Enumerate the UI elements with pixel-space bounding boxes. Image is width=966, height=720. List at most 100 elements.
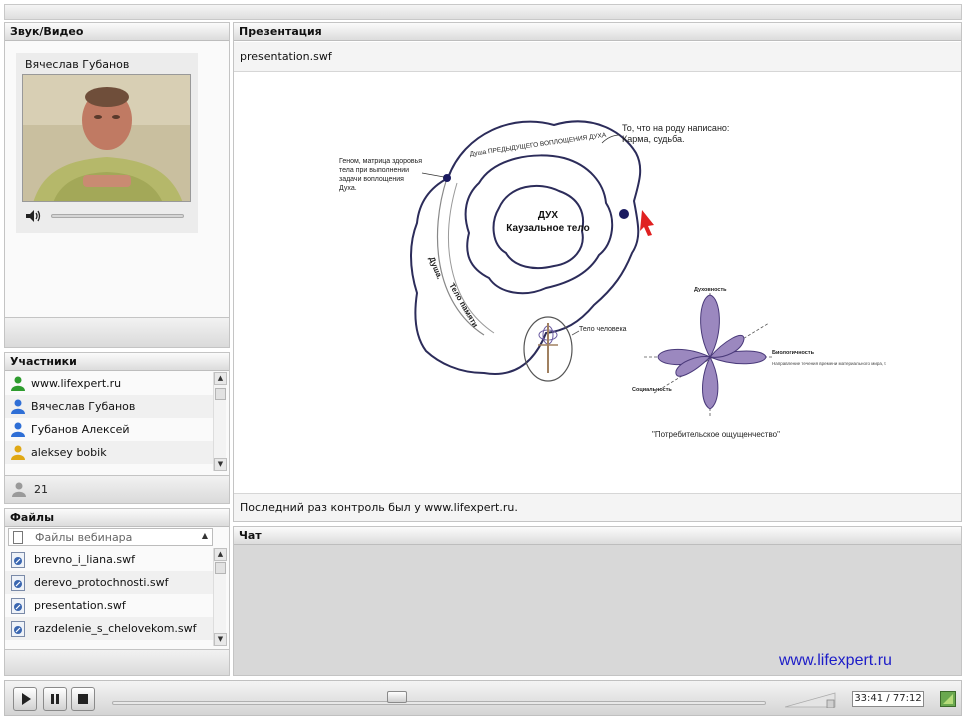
user-icon — [11, 445, 25, 460]
brand-watermark: www.lifexpert.ru — [779, 652, 892, 669]
user-icon — [11, 376, 25, 391]
swf-file-icon — [11, 575, 25, 591]
participant-row[interactable]: www.lifexpert.ru — [5, 372, 213, 395]
presentation-file-bar: presentation.swf — [234, 42, 961, 72]
pause-button[interactable] — [43, 687, 67, 711]
file-name: brevno_i_liana.swf — [34, 553, 135, 566]
memory-label: Тело памяти — [447, 282, 480, 330]
player-bar: 33:41 / 77:12 — [4, 680, 962, 716]
axis-right-note: Направление течения времени материальног… — [772, 361, 886, 366]
participant-name: Вячеслав Губанов — [31, 400, 136, 413]
user-icon — [11, 399, 25, 414]
presentation-status-bar: Последний раз контроль был у www.lifexpe… — [234, 493, 961, 521]
genome-node — [443, 174, 451, 182]
file-name: presentation.swf — [34, 599, 126, 612]
scroll-down-icon[interactable]: ▼ — [214, 633, 227, 646]
top-note-line1: То, что на роду написано: — [622, 123, 729, 133]
memory-arc — [436, 177, 485, 336]
left-note-line3: задачи воплощения — [339, 176, 404, 183]
fullscreen-icon[interactable] — [940, 691, 956, 707]
video-card: Вячеслав Губанов — [16, 53, 198, 233]
participant-name: aleksey bobik — [31, 446, 107, 459]
presentation-panel: Презентация presentation.swf То, что на … — [233, 22, 962, 522]
human-label: Тело человека — [579, 326, 627, 333]
swf-file-icon — [11, 598, 25, 614]
karma-node — [619, 209, 629, 219]
presentation-header: Презентация — [234, 23, 961, 41]
participant-count: 21 — [34, 483, 48, 496]
file-list: brevno_i_liana.swf derevo_protochnosti.s… — [5, 548, 213, 640]
speaker-name: Вячеслав Губанов — [25, 58, 130, 71]
participant-list: www.lifexpert.ru Вячеслав Губанов Губано… — [5, 372, 213, 464]
files-scrollbar[interactable]: ▲ ▼ — [213, 548, 227, 646]
chat-panel: Чат www.lifexpert.ru — [233, 526, 962, 676]
petals-caption: "Потребительское ощущенчество" — [652, 430, 780, 439]
play-icon — [22, 693, 31, 705]
volume-icon[interactable] — [26, 210, 42, 222]
left-note-line4: Духа. — [339, 185, 357, 192]
files-footer — [5, 649, 229, 675]
participant-row[interactable]: aleksey bobik — [5, 441, 213, 464]
sort-arrow-icon[interactable]: ▲ — [202, 531, 208, 540]
scroll-down-icon[interactable]: ▼ — [214, 458, 227, 471]
file-row[interactable]: presentation.swf — [5, 594, 213, 617]
audio-video-panel: Звук/Видео Вячеслав Губанов — [4, 22, 230, 348]
seek-bar[interactable] — [112, 701, 766, 705]
files-folder-select[interactable]: Файлы вебинара ▲ — [8, 528, 213, 546]
files-folder-label: Файлы вебинара — [35, 531, 133, 544]
axis-left-label: Социальность — [632, 387, 672, 393]
stop-icon — [78, 694, 88, 704]
left-note-line2: тела при выполнении — [339, 167, 409, 174]
video-feed — [22, 74, 191, 202]
core-subtitle: Каузальное тело — [506, 223, 589, 234]
audio-video-footer — [5, 317, 229, 347]
left-note-line1: Геном, матрица здоровья — [339, 158, 422, 165]
pause-icon — [51, 694, 59, 704]
core-title: ДУХ — [538, 210, 558, 221]
slide-diagram: То, что на роду написано: Карма, судьба.… — [339, 120, 886, 439]
video-image — [23, 75, 190, 201]
participants-panel: Участники www.lifexpert.ru Вячеслав Губа… — [4, 352, 230, 504]
participants-header: Участники — [5, 353, 229, 371]
play-button[interactable] — [13, 687, 37, 711]
scroll-up-icon[interactable]: ▲ — [214, 372, 227, 385]
petals-diagram: Духовность Биологичность Направление теч… — [632, 287, 886, 439]
presentation-slide[interactable]: То, что на роду написано: Карма, судьба.… — [234, 73, 961, 495]
axis-right-label: Биологичность — [772, 350, 815, 356]
volume-slider[interactable] — [51, 214, 184, 218]
presentation-file-name: presentation.swf — [240, 50, 332, 63]
stop-button[interactable] — [71, 687, 95, 711]
top-bar — [4, 4, 962, 20]
playback-time: 33:41 / 77:12 — [852, 691, 924, 707]
swf-file-icon — [11, 552, 25, 568]
file-row[interactable]: razdelenie_s_chelovekom.swf — [5, 617, 213, 640]
file-name: derevo_protochnosti.swf — [34, 576, 169, 589]
participant-count-bar: 21 — [5, 475, 229, 503]
file-row[interactable]: derevo_protochnosti.swf — [5, 571, 213, 594]
top-note-line2: Карма, судьба. — [622, 134, 685, 144]
scroll-thumb[interactable] — [215, 388, 226, 400]
participant-row[interactable]: Губанов Алексей — [5, 418, 213, 441]
participants-scrollbar[interactable]: ▲ ▼ — [213, 372, 227, 471]
files-panel: Файлы Файлы вебинара ▲ brevno_i_liana.sw… — [4, 508, 230, 676]
files-header: Файлы — [5, 509, 229, 527]
chat-header: Чат — [234, 527, 961, 545]
audio-video-header: Звук/Видео — [5, 23, 229, 41]
scroll-up-icon[interactable]: ▲ — [214, 548, 227, 561]
participant-row[interactable]: Вячеслав Губанов — [5, 395, 213, 418]
document-icon — [13, 531, 23, 544]
file-name: razdelenie_s_chelovekom.swf — [34, 622, 197, 635]
volume-wedge[interactable] — [785, 690, 837, 708]
axis-top-label: Духовность — [694, 287, 727, 293]
participant-name: Губанов Алексей — [31, 423, 130, 436]
seek-thumb[interactable] — [387, 691, 408, 703]
arc-label: Душа ПРЕДЫДУЩЕГО ВОПЛОЩЕНИЯ ДУХА — [469, 132, 607, 158]
soul-label: Душа. — [427, 255, 444, 280]
scroll-thumb[interactable] — [215, 562, 226, 574]
user-icon — [11, 422, 25, 437]
swf-file-icon — [11, 621, 25, 637]
file-row[interactable]: brevno_i_liana.swf — [5, 548, 213, 571]
participant-name: www.lifexpert.ru — [31, 377, 122, 390]
cursor-icon — [640, 210, 654, 236]
users-count-icon — [12, 482, 26, 497]
